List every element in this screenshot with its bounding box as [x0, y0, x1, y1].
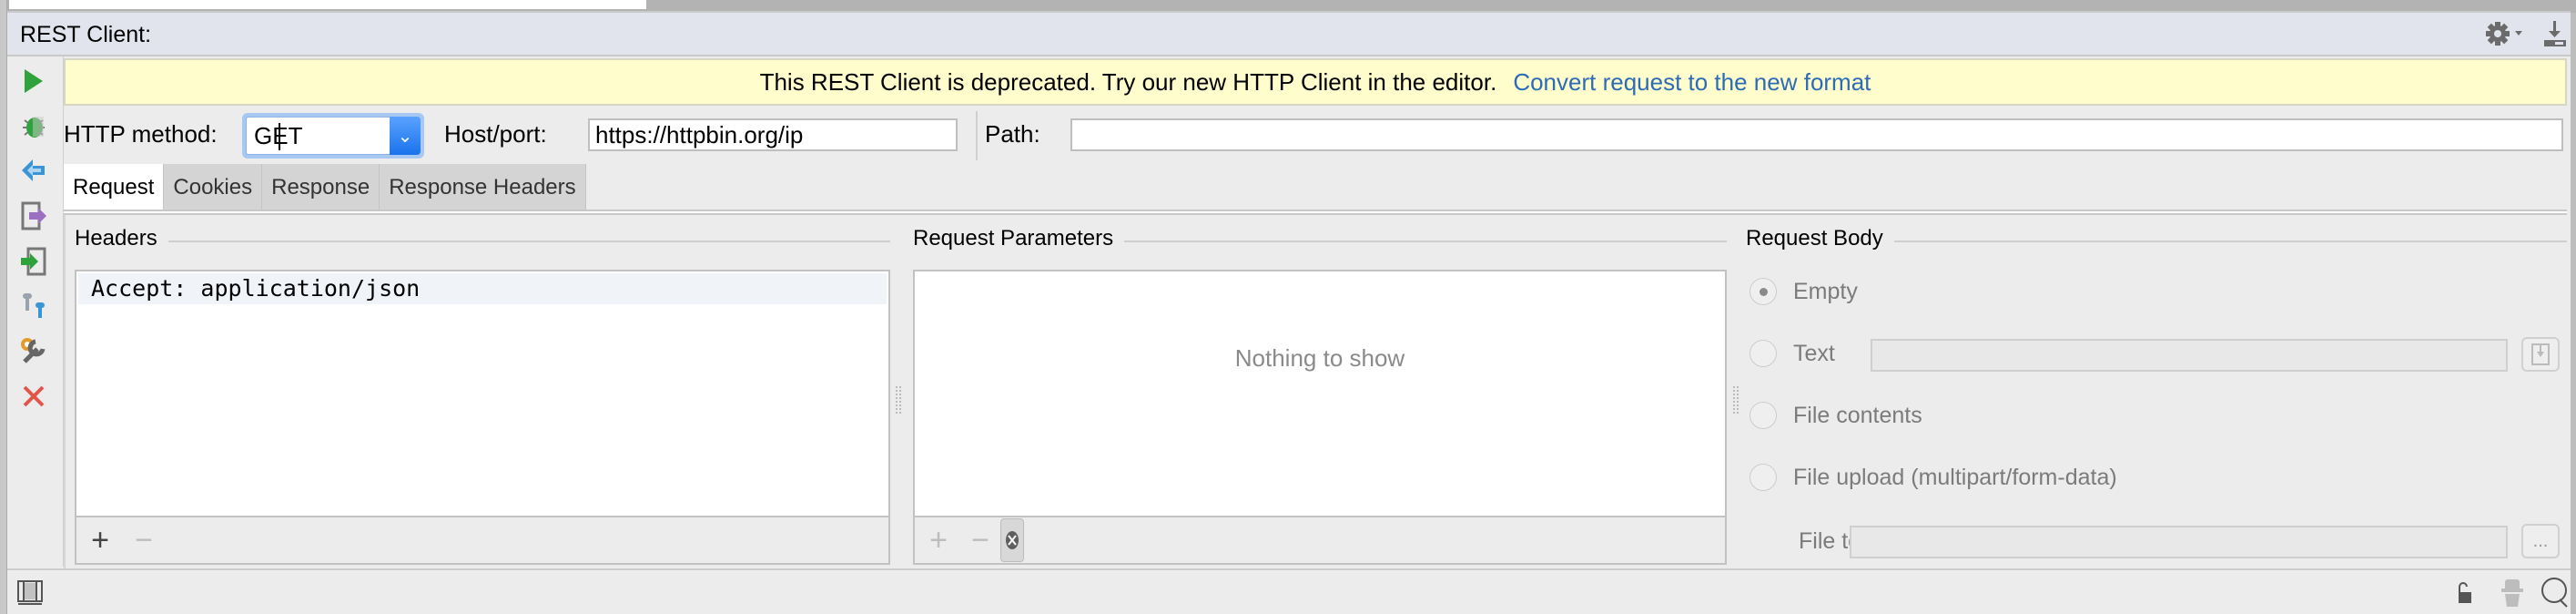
tab-response[interactable]: Response	[262, 164, 380, 211]
toggle-tool-windows-button[interactable]	[16, 579, 44, 611]
body-text-input[interactable]	[1871, 339, 2508, 372]
gear-icon	[2486, 22, 2522, 46]
status-bar	[7, 568, 2571, 614]
tool-windows-icon	[17, 580, 43, 605]
download-hide-icon	[2544, 21, 2566, 46]
remove-header-button[interactable]: −	[127, 522, 160, 558]
file-to-send-input[interactable]	[1850, 526, 2508, 558]
debug-button[interactable]	[18, 111, 49, 142]
tools-icon	[21, 338, 46, 363]
host-port-label: Host/port:	[444, 120, 547, 148]
headers-title: Headers	[75, 226, 157, 251]
host-port-input[interactable]: https://httpbin.org/ip	[588, 118, 958, 151]
window-edge	[2571, 13, 2576, 614]
tab-cookies[interactable]: Cookies	[164, 164, 263, 211]
window-edge	[0, 0, 7, 614]
radio-label: File contents	[1793, 402, 1922, 428]
banner-message: This REST Client is deprecated. Try our …	[759, 67, 1497, 96]
tab-response-headers[interactable]: Response Headers	[380, 164, 586, 211]
import-request-button[interactable]	[18, 246, 49, 277]
remove-param-button[interactable]: −	[964, 522, 997, 558]
clear-params-button[interactable]	[1000, 518, 1024, 562]
tab-underline	[64, 210, 2567, 215]
export-request-button[interactable]	[18, 200, 49, 231]
request-tabs: Request Cookies Response Response Header…	[64, 164, 586, 211]
left-toolbar	[7, 56, 64, 567]
radio-label: File upload (multipart/form-data)	[1793, 464, 2117, 490]
header-row[interactable]: Accept: application/json	[78, 273, 887, 304]
unlock-icon	[2459, 582, 2471, 603]
splitter-handle[interactable]	[1733, 386, 1739, 414]
replay-button[interactable]	[18, 155, 49, 186]
close-button[interactable]	[18, 381, 49, 412]
radio-label: Empty	[1793, 278, 1858, 304]
headers-list[interactable]: Accept: application/json	[75, 270, 890, 517]
close-icon	[23, 385, 45, 407]
params-title: Request Parameters	[913, 226, 1114, 251]
headers-section-title: Headers	[75, 226, 890, 251]
hide-button[interactable]	[2541, 20, 2569, 49]
clear-icon	[1006, 531, 1019, 549]
event-log-button[interactable]	[2540, 576, 2571, 614]
back-arrow-icon	[22, 159, 45, 181]
keys-icon	[23, 293, 45, 318]
radio-file-upload[interactable]	[1749, 464, 1777, 491]
params-list[interactable]: Nothing to show	[913, 270, 1727, 517]
hector-icon	[2501, 579, 2523, 607]
body-option-text[interactable]: Text	[1749, 340, 1835, 367]
params-section-title: Request Parameters	[913, 226, 1727, 251]
browse-button[interactable]: ...	[2521, 524, 2560, 558]
content-border	[64, 215, 66, 568]
divider	[976, 111, 978, 160]
radio-empty[interactable]	[1749, 278, 1777, 305]
headers-footer: + −	[75, 517, 890, 565]
text-caret	[279, 123, 280, 150]
path-input[interactable]	[1070, 118, 2563, 151]
body-title: Request Body	[1746, 226, 1883, 251]
convert-request-link[interactable]: Convert request to the new format	[1513, 68, 1871, 97]
settings-button[interactable]	[2485, 20, 2530, 47]
import-request-icon	[21, 247, 46, 276]
http-method-select[interactable]: GET ⌄	[242, 113, 424, 159]
body-option-file-contents[interactable]: File contents	[1749, 402, 1922, 429]
empty-state-text: Nothing to show	[1234, 344, 1405, 372]
tools-button[interactable]	[18, 335, 49, 366]
body-option-file-upload[interactable]: File upload (multipart/form-data)	[1749, 464, 2117, 491]
speech-bubble-icon	[2541, 578, 2568, 608]
auth-button[interactable]	[18, 290, 49, 321]
tab-request[interactable]: Request	[64, 164, 165, 211]
bug-icon	[23, 117, 45, 138]
run-icon	[25, 69, 43, 93]
inspector-button[interactable]	[2500, 578, 2525, 613]
chevron-down-icon[interactable]: ⌄	[390, 117, 421, 155]
path-label: Path:	[985, 120, 1040, 148]
params-footer: + −	[913, 517, 1727, 565]
splitter-handle[interactable]	[896, 386, 901, 414]
http-method-label: HTTP method:	[64, 120, 218, 148]
run-button[interactable]	[18, 66, 49, 97]
load-from-file-button[interactable]	[2521, 337, 2560, 372]
export-request-icon	[21, 201, 46, 230]
add-header-button[interactable]: +	[84, 522, 117, 558]
tool-window-header: REST Client:	[7, 11, 2571, 56]
add-param-button[interactable]: +	[922, 522, 955, 558]
load-file-icon	[2531, 343, 2550, 365]
body-option-empty[interactable]: Empty	[1749, 278, 1858, 305]
radio-label: Text	[1793, 340, 1835, 366]
body-section-title: Request Body	[1746, 226, 2567, 251]
radio-file-contents[interactable]	[1749, 402, 1777, 429]
radio-text[interactable]	[1749, 340, 1777, 367]
tool-window-title: REST Client:	[20, 22, 152, 47]
deprecation-banner: This REST Client is deprecated. Try our …	[64, 58, 2567, 106]
lock-button[interactable]	[2456, 581, 2474, 609]
